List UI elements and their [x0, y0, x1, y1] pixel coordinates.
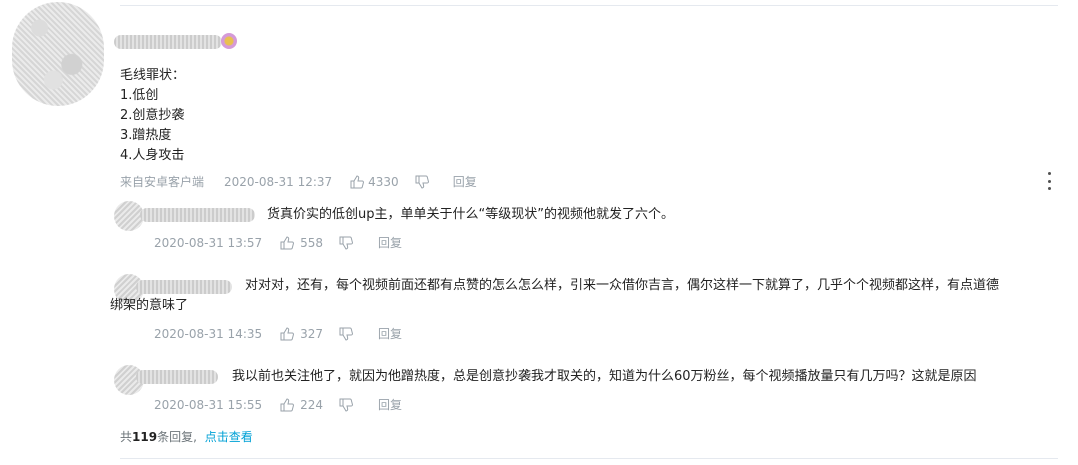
like-button[interactable]: 4330 [350, 175, 399, 189]
thumbs-down-icon [339, 398, 353, 412]
author-badge-icon [221, 33, 237, 49]
thumbs-down-icon [415, 175, 429, 189]
client-source: 来自安卓客户端 [120, 175, 205, 189]
thumbs-up-icon [280, 397, 295, 411]
main-comment-title: 毛线罪状： [120, 68, 186, 83]
main-comment-item: 4.人身攻击 [120, 148, 185, 163]
like-button[interactable]: 558 [280, 236, 323, 250]
author-name-blurred[interactable] [114, 35, 222, 49]
reply-button[interactable]: 回复 [453, 173, 477, 190]
main-comment-item: 1.低创 [120, 88, 159, 103]
main-comment-item: 3.蹭热度 [120, 128, 172, 143]
reply-time: 2020-08-31 13:57 [154, 235, 263, 250]
reply-author-blurred[interactable] [136, 280, 232, 294]
reply-count-suffix: 条回复, [157, 430, 197, 444]
reply-text-line2: 绑架的意味了 [110, 298, 189, 313]
reply-meta: 2020-08-31 13:57 558 回复 [154, 234, 402, 251]
thumbs-up-icon [280, 326, 295, 340]
like-count: 327 [300, 326, 324, 341]
reply-count-footer: 共119条回复, 点击查看 [120, 428, 253, 445]
like-count: 558 [300, 235, 324, 250]
reply-count-prefix: 共 [120, 430, 133, 444]
author-avatar[interactable] [12, 2, 104, 106]
bottom-divider [120, 458, 1058, 459]
reply-text: 我以前也关注他了，就因为他蹭热度，总是创意抄袭我才取关的，知道为什么60万粉丝，… [232, 369, 977, 384]
reply-author-blurred[interactable] [136, 370, 218, 384]
like-button[interactable]: 224 [280, 398, 323, 412]
reply-text-line1: 对对对，还有，每个视频前面还都有点赞的怎么怎么样，引来一众借你吉言，偶尔这样一下… [245, 278, 1000, 293]
thumbs-down-icon [339, 236, 353, 250]
reply-button[interactable]: 回复 [378, 325, 402, 342]
reply-count: 119 [132, 430, 158, 444]
reply-button[interactable]: 回复 [378, 234, 402, 251]
reply-time: 2020-08-31 15:55 [154, 397, 263, 412]
view-replies-link[interactable]: 点击查看 [205, 430, 253, 444]
like-button[interactable]: 327 [280, 327, 323, 341]
reply-author-blurred[interactable] [140, 208, 255, 222]
thumbs-up-icon [350, 174, 365, 188]
dot [1047, 172, 1051, 175]
comment-time: 2020-08-31 12:37 [224, 174, 333, 189]
reply-meta: 2020-08-31 14:35 327 回复 [154, 325, 402, 342]
main-comment-item: 2.创意抄袭 [120, 108, 185, 123]
reply-text: 货真价实的低创up主，单单关于什么“等级现状”的视频他就发了六个。 [267, 207, 674, 222]
thumbs-up-icon [280, 235, 295, 249]
dislike-button[interactable] [339, 398, 353, 412]
main-comment-text: 毛线罪状： 1.低创 2.创意抄袭 3.蹭热度 4.人身攻击 [120, 66, 185, 166]
dot [1047, 187, 1051, 190]
top-divider [120, 5, 1058, 6]
reply-button[interactable]: 回复 [378, 396, 402, 413]
main-comment-meta: 来自安卓客户端 2020-08-31 12:37 4330 回复 [120, 173, 477, 190]
reply-time: 2020-08-31 14:35 [154, 326, 263, 341]
dislike-button[interactable] [415, 175, 429, 189]
more-options-icon[interactable] [1043, 172, 1055, 190]
like-count: 224 [300, 397, 324, 412]
thumbs-down-icon [339, 327, 353, 341]
dislike-button[interactable] [339, 236, 353, 250]
dislike-button[interactable] [339, 327, 353, 341]
like-count: 4330 [368, 174, 399, 189]
dot [1047, 179, 1051, 183]
reply-meta: 2020-08-31 15:55 224 回复 [154, 396, 402, 413]
